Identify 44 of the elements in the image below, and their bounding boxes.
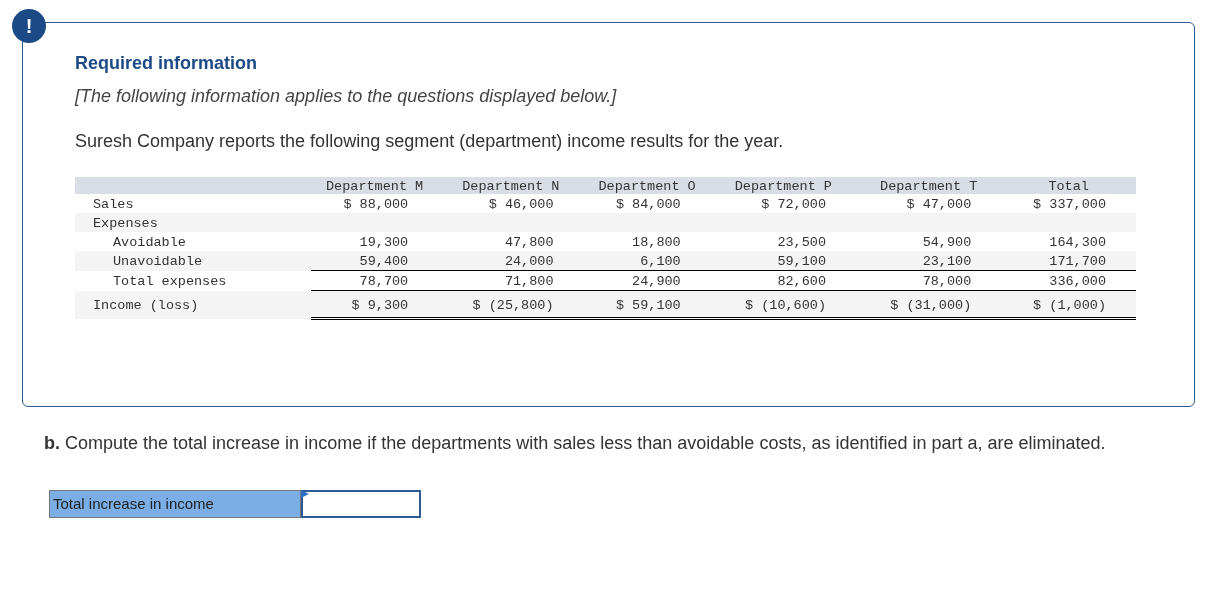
table-cell: 23,500 xyxy=(710,232,856,251)
flag-icon xyxy=(301,490,309,498)
table-cell: 171,700 xyxy=(1001,251,1136,271)
column-header: Department N xyxy=(438,177,584,194)
instruction-text: [The following information applies to the questions displayed below.] xyxy=(75,86,618,107)
row-label: Unavoidable xyxy=(75,251,311,271)
row-label: Income (loss) xyxy=(75,290,311,319)
table-cell: $ 47,000 xyxy=(856,194,1002,213)
row-label: Avoidable xyxy=(75,232,311,251)
column-header: Total xyxy=(1001,177,1136,194)
table-cell: 18,800 xyxy=(583,232,711,251)
table-cell: 47,800 xyxy=(438,232,584,251)
row-label: Total expenses xyxy=(75,270,311,291)
column-header: Department T xyxy=(856,177,1002,194)
answer-field[interactable] xyxy=(301,490,421,518)
table-cell: 6,100 xyxy=(583,251,711,271)
row-label: Sales xyxy=(75,194,311,213)
table-cell: $ (25,800) xyxy=(438,290,584,319)
table-cell: 24,000 xyxy=(438,251,584,271)
table-cell: 59,400 xyxy=(311,251,439,271)
answer-label: Total increase in income xyxy=(49,490,301,518)
alert-badge: ! xyxy=(12,9,46,43)
table-cell: $ 72,000 xyxy=(710,194,856,213)
column-header: Department M xyxy=(311,177,439,194)
intro-text: Suresh Company reports the following segment (department) income results for the year. xyxy=(75,131,785,152)
table-cell: 19,300 xyxy=(311,232,439,251)
table-cell: $ 337,000 xyxy=(1001,194,1136,213)
table-cell: 23,100 xyxy=(856,251,1002,271)
table-cell: 59,100 xyxy=(710,251,856,271)
table-cell: $ (1,000) xyxy=(1001,290,1136,319)
table-cell: $ (31,000) xyxy=(856,290,1002,319)
table-cell: $ 9,300 xyxy=(311,290,439,319)
row-label: Expenses xyxy=(75,213,311,232)
table-cell: 164,300 xyxy=(1001,232,1136,251)
table-cell: $ 84,000 xyxy=(583,194,711,213)
column-header: Department P xyxy=(710,177,856,194)
table-cell: $ 88,000 xyxy=(311,194,439,213)
question-text: b. Compute the total increase in income if the departments with sales less than avoidable costs, as identified in part a, are eliminated. xyxy=(44,433,1107,454)
table-cell: $ 59,100 xyxy=(583,290,711,319)
column-header: Department O xyxy=(583,177,711,194)
table-cell: $ 46,000 xyxy=(438,194,584,213)
section-title: Required information xyxy=(75,53,258,74)
table-cell: 54,900 xyxy=(856,232,1002,251)
table-cell: $ (10,600) xyxy=(710,290,856,319)
